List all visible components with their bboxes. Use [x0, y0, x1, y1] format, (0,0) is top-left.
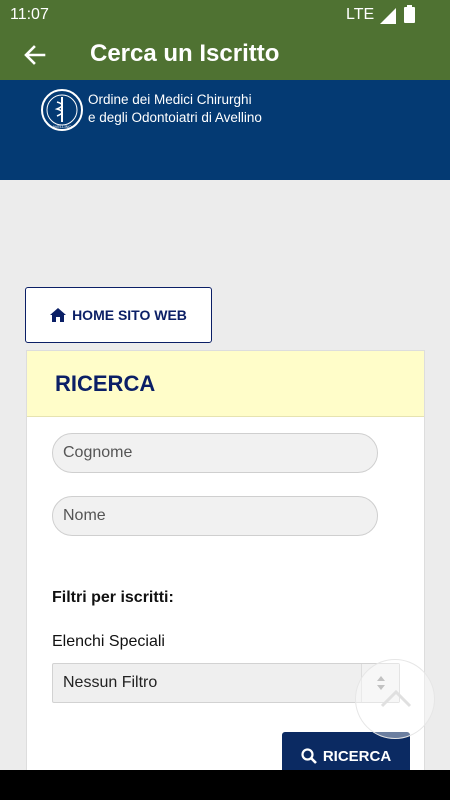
status-time: 11:07 — [10, 6, 49, 23]
scroll-to-top-button[interactable] — [355, 659, 435, 739]
org-name: Ordine dei Medici Chirurghi e degli Odon… — [88, 91, 262, 127]
org-name-line2: e degli Odontoiatri di Avellino — [88, 110, 262, 125]
search-icon — [301, 748, 317, 764]
special-lists-value: Nessun Filtro — [63, 674, 158, 691]
app-bar: Cerca un Iscritto — [0, 30, 450, 80]
filters-heading: Filtri per iscritti: — [52, 589, 174, 606]
system-nav-bar — [0, 770, 450, 800]
page-title: Cerca un Iscritto — [90, 40, 280, 67]
nome-input[interactable]: Nome — [52, 496, 378, 536]
chevron-up-icon — [380, 689, 412, 708]
search-card-header: RICERCA — [27, 351, 424, 417]
home-icon — [50, 308, 67, 322]
signal-icon — [380, 8, 396, 24]
status-bar: 11:07 LTE — [0, 0, 450, 30]
org-banner: AVELLINO Ordine dei Medici Chirurghi e d… — [0, 80, 450, 180]
battery-icon — [404, 5, 415, 23]
home-site-button[interactable]: HOME SITO WEB — [25, 287, 212, 343]
network-type: LTE — [346, 6, 375, 23]
logo-text: AVELLINO — [52, 124, 71, 129]
order-logo: AVELLINO — [41, 89, 83, 131]
cognome-input[interactable]: Cognome — [52, 433, 378, 473]
home-site-label: HOME SITO WEB — [72, 307, 187, 323]
search-button-label: RICERCA — [322, 747, 392, 765]
org-name-line1: Ordine dei Medici Chirurghi — [88, 92, 252, 107]
special-lists-select[interactable]: Nessun Filtro — [52, 663, 400, 703]
arrow-back-icon[interactable] — [20, 40, 50, 70]
search-card-title: RICERCA — [55, 371, 156, 396]
special-lists-label: Elenchi Speciali — [52, 633, 165, 650]
